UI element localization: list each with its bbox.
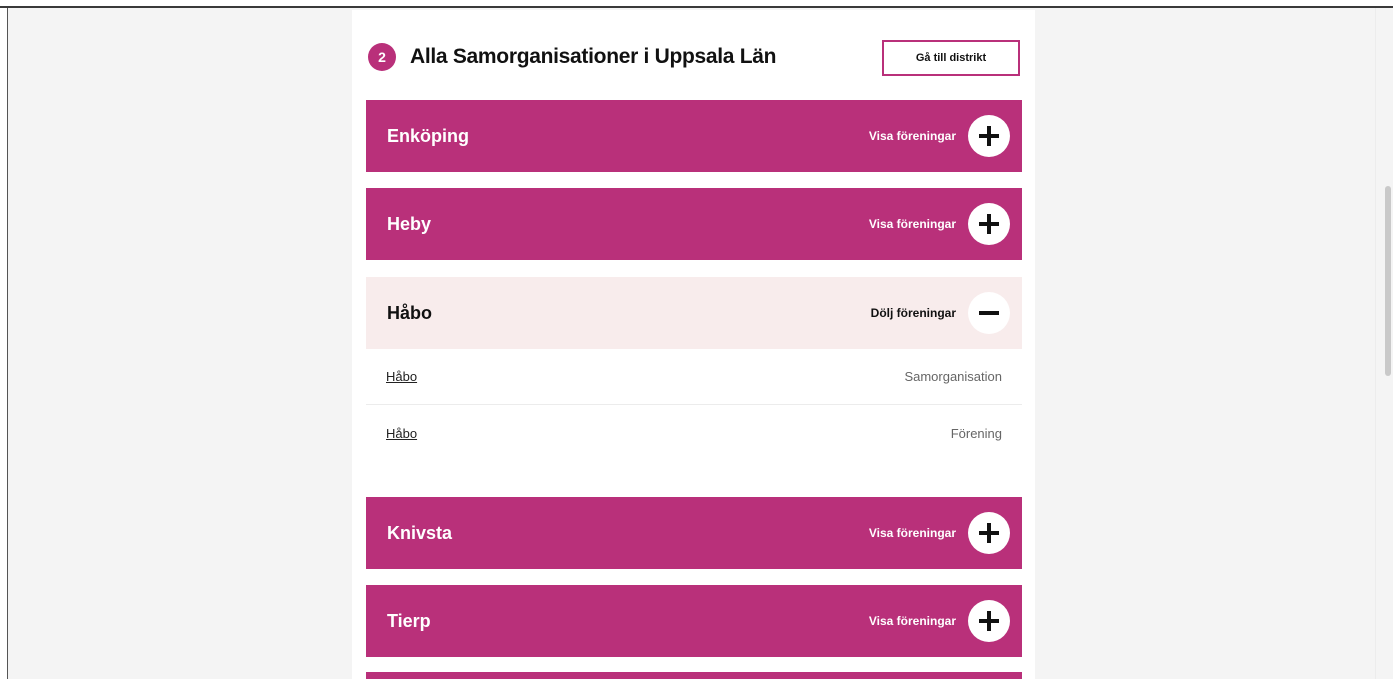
accordion-action-label: Visa föreningar [868, 614, 956, 628]
accordion-title: Enköping [387, 126, 469, 146]
accordion-toggle[interactable]: Visa föreningar [869, 497, 1010, 569]
list-item: Håbo Förening [366, 406, 1022, 462]
accordion-habo[interactable]: Håbo Dölj föreningar [366, 277, 1022, 349]
accordion-toggle[interactable]: Visa föreningar [869, 585, 1010, 657]
content-panel: 2 Alla Samorganisationer i Uppsala Län G… [352, 10, 1035, 679]
accordion-title: Tierp [387, 611, 431, 631]
go-to-district-button[interactable]: Gå till distrikt [882, 40, 1020, 76]
plus-icon[interactable] [968, 600, 1010, 642]
scrollbar-track[interactable] [1375, 8, 1393, 679]
association-link[interactable]: Håbo [386, 349, 417, 405]
accordion-toggle[interactable]: Dölj föreningar [871, 277, 1010, 349]
plus-icon[interactable] [968, 115, 1010, 157]
page-title: Alla Samorganisationer i Uppsala Län [410, 45, 777, 68]
accordion-toggle[interactable]: Visa föreningar [869, 100, 1010, 172]
list-item: Håbo Samorganisation [366, 349, 1022, 405]
minus-icon[interactable] [968, 292, 1010, 334]
step-badge: 2 [368, 43, 396, 71]
habo-association-list: Håbo Samorganisation Håbo Förening [366, 349, 1022, 463]
plus-icon[interactable] [968, 203, 1010, 245]
association-type: Förening [950, 426, 1002, 441]
accordion-title: Håbo [387, 303, 432, 323]
window-left-border [0, 8, 8, 679]
accordion-title: Heby [387, 214, 432, 234]
accordion-title: Knivsta [387, 523, 453, 543]
accordion-enkoping[interactable]: Enköping Visa föreningar [366, 100, 1022, 172]
scrollbar-thumb[interactable] [1385, 186, 1391, 376]
section-header: 2 Alla Samorganisationer i Uppsala Län G… [366, 38, 1022, 82]
accordion-tierp[interactable]: Tierp Visa föreningar [366, 585, 1022, 657]
association-link[interactable]: Håbo [386, 406, 417, 462]
accordion-knivsta[interactable]: Knivsta Visa föreningar [366, 497, 1022, 569]
accordion-toggle[interactable]: Visa föreningar [869, 188, 1010, 260]
window-top-border [0, 0, 1393, 8]
accordion-action-label: Visa föreningar [868, 526, 956, 540]
accordion-action-label: Visa föreningar [868, 217, 956, 231]
association-type: Samorganisation [904, 369, 1002, 384]
accordion-action-label: Dölj föreningar [870, 306, 956, 320]
accordion-heby[interactable]: Heby Visa föreningar [366, 188, 1022, 260]
accordion-next-partial[interactable] [366, 672, 1022, 679]
accordion-action-label: Visa föreningar [868, 129, 956, 143]
plus-icon[interactable] [968, 512, 1010, 554]
